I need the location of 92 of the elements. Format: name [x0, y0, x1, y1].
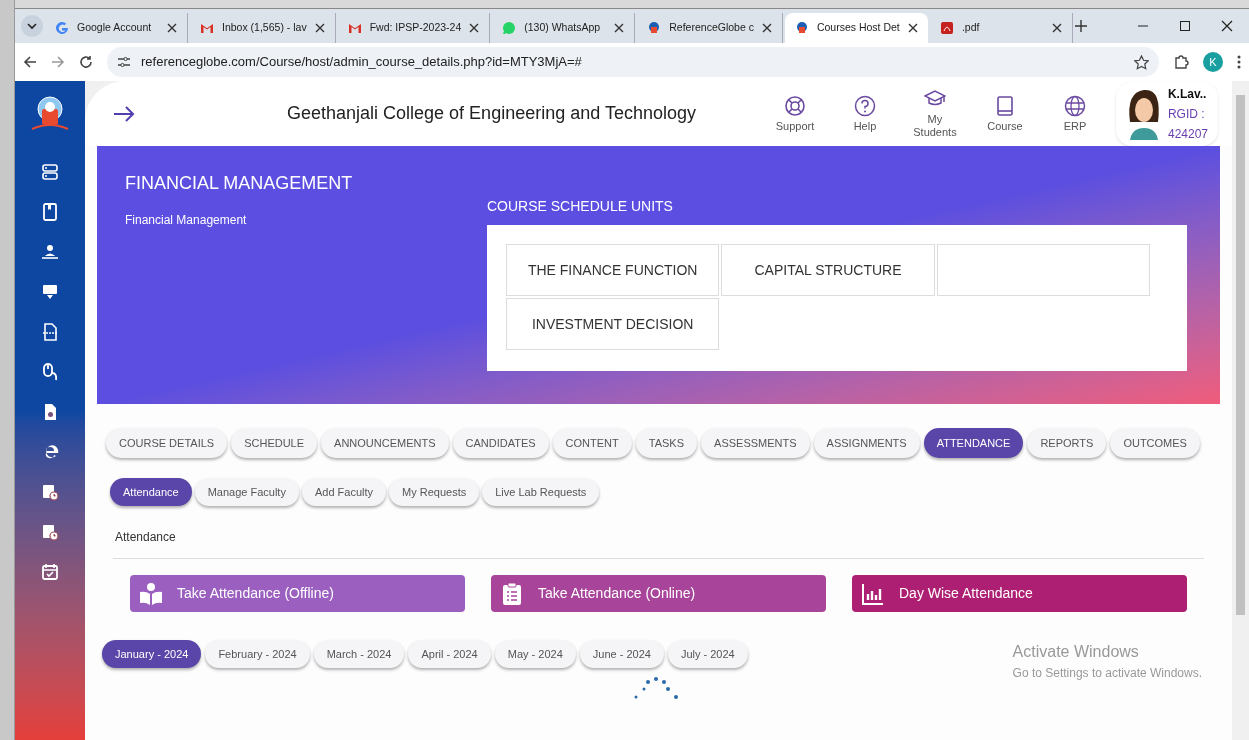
tab[interactable]: ANNOUNCEMENTS: [321, 428, 449, 458]
forward-icon[interactable]: [51, 55, 65, 69]
mouse-icon[interactable]: [41, 363, 59, 381]
course-subtitle: Financial Management: [125, 212, 248, 229]
document-icon[interactable]: [41, 323, 59, 341]
tab[interactable]: TASKS: [635, 428, 698, 458]
rgid-label: RGID :: [1167, 105, 1206, 123]
loading-spinner-icon: [632, 676, 680, 700]
site-settings-icon[interactable]: [117, 56, 131, 68]
tab[interactable]: CONTENT: [552, 428, 632, 458]
browser-tab[interactable]: Courses Host Det: [784, 13, 928, 43]
open-book-reader-icon: [139, 581, 163, 606]
table-clock-icon[interactable]: [41, 523, 59, 541]
tab[interactable]: ATTENDANCE: [923, 428, 1024, 458]
tab[interactable]: Add Faculty: [301, 478, 386, 506]
maximize-icon[interactable]: [1179, 20, 1191, 32]
chat-icon: [502, 21, 517, 35]
college-name: Geethanjali College of Engineering and Technology: [287, 102, 696, 125]
tab[interactable]: February - 2024: [205, 640, 310, 668]
nav-link[interactable]: Help: [841, 94, 888, 133]
unit-card[interactable]: INVESTMENT DECISION: [506, 298, 720, 350]
close-icon[interactable]: [314, 23, 325, 33]
course-title: FINANCIAL MANAGEMENT: [125, 172, 354, 195]
activation-notice-text: Go to Settings to activate Windows.: [1012, 665, 1202, 682]
action-button[interactable]: Day Wise Attendance: [852, 575, 1187, 612]
action-button[interactable]: Take Attendance (Online): [491, 575, 826, 612]
url-text: referenceglobe.com/Course/host/admin_course_details.php?id=MTY3MjA=#: [141, 53, 583, 72]
close-icon[interactable]: [1051, 23, 1062, 33]
tab[interactable]: CANDIDATES: [452, 428, 549, 458]
new-tab-icon[interactable]: [1074, 20, 1087, 32]
table-clock-icon[interactable]: [41, 483, 59, 501]
nav-link[interactable]: Course: [981, 94, 1028, 133]
close-icon[interactable]: [167, 23, 177, 33]
tab[interactable]: April - 2024: [408, 640, 491, 668]
close-icon[interactable]: [907, 23, 918, 33]
tab[interactable]: January - 2024: [102, 640, 202, 668]
tab[interactable]: March - 2024: [313, 640, 405, 668]
tab[interactable]: May - 2024: [494, 640, 576, 668]
rgid-value: 424207: [1167, 125, 1208, 143]
tab[interactable]: June - 2024: [579, 640, 664, 668]
calendar-check-icon[interactable]: [41, 563, 59, 581]
user-name: K.Lav..: [1167, 85, 1208, 103]
monitor-icon[interactable]: [41, 283, 59, 301]
nav-link[interactable]: Support: [771, 94, 818, 133]
bookmark-star-icon[interactable]: [1134, 54, 1149, 70]
server-icon[interactable]: [41, 163, 59, 181]
menu-icon[interactable]: [1237, 55, 1241, 69]
tab[interactable]: Manage Faculty: [194, 478, 299, 506]
book-icon[interactable]: [41, 203, 59, 221]
site-logo-icon: [647, 21, 662, 35]
nav-link[interactable]: ERP: [1051, 94, 1098, 133]
reload-icon[interactable]: [79, 55, 93, 69]
tab[interactable]: ASSIGNMENTS: [813, 428, 920, 458]
arrow-right-icon[interactable]: [113, 105, 135, 122]
tab[interactable]: Attendance: [110, 478, 192, 506]
unit-card[interactable]: CAPITAL STRUCTURE: [721, 244, 935, 296]
tab[interactable]: Live Lab Requests: [482, 478, 600, 506]
close-icon[interactable]: [614, 23, 625, 33]
section-title: Attendance: [115, 529, 177, 546]
help-icon: [853, 94, 876, 117]
tab[interactable]: ASSESSMENTS: [701, 428, 810, 458]
bar-chart-icon: [861, 581, 885, 606]
address-bar[interactable]: referenceglobe.com/Course/host/admin_course_details.php?id=MTY3MjA=#: [107, 47, 1159, 77]
back-icon[interactable]: [23, 55, 37, 69]
lifebuoy-icon: [783, 94, 806, 117]
mail-icon: [200, 21, 214, 35]
unit-card[interactable]: THE FINANCE FUNCTION: [506, 244, 720, 296]
mail-icon: [347, 21, 362, 35]
scrollbar[interactable]: [1232, 81, 1249, 740]
action-button[interactable]: Take Attendance (Offline): [130, 575, 465, 612]
tab[interactable]: REPORTS: [1027, 428, 1107, 458]
google-g-icon: [55, 21, 69, 35]
person-icon[interactable]: [41, 243, 59, 261]
extensions-icon[interactable]: [1173, 54, 1189, 70]
globe-icon: [1063, 94, 1086, 117]
activation-notice-title: Activate Windows: [1012, 642, 1140, 662]
tab[interactable]: OUTCOMES: [1110, 428, 1200, 458]
tab[interactable]: SCHEDULE: [231, 428, 318, 458]
user-card[interactable]: K.Lav.. RGID : 424207: [1115, 81, 1218, 146]
pdf-icon: [939, 21, 954, 35]
units-heading: COURSE SCHEDULE UNITS: [487, 197, 674, 216]
close-icon[interactable]: [1221, 20, 1233, 32]
site-logo-icon: [794, 21, 809, 35]
nav-link[interactable]: My Students: [911, 88, 958, 139]
close-icon[interactable]: [469, 23, 480, 33]
clipboard-list-icon: [500, 581, 524, 606]
close-icon[interactable]: [761, 23, 772, 33]
logo-icon: [30, 95, 70, 131]
tab[interactable]: COURSE DETAILS: [106, 428, 228, 458]
tab[interactable]: July - 2024: [667, 640, 748, 668]
tab[interactable]: My Requests: [389, 478, 480, 506]
tab-search-icon[interactable]: [21, 15, 43, 37]
